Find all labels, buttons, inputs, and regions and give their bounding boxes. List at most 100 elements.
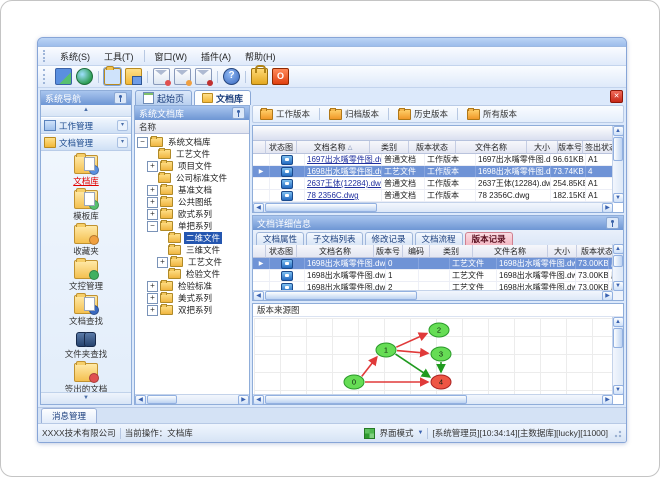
tree-node-检验标准[interactable]: + 检验标准 [137, 280, 249, 292]
open-folder-icon[interactable] [103, 66, 122, 86]
menu-item-插件(A)[interactable]: 插件(A) [194, 49, 238, 64]
lock-icon[interactable] [251, 65, 268, 85]
sidebar-item-签出的文档[interactable]: 签出的文档 [65, 361, 107, 392]
pin-icon[interactable] [606, 217, 619, 229]
tab-文档库[interactable]: 文档库 [194, 90, 252, 105]
scroll-left-icon[interactable]: ◀ [253, 394, 264, 405]
tree-column-header[interactable]: 名称 [135, 120, 249, 134]
detail-horizontal-scrollbar[interactable]: ◀ ▶ [253, 290, 613, 300]
folder-monitor-icon[interactable] [125, 68, 142, 85]
tree-node-美式系列[interactable]: + 美式系列 [137, 292, 249, 304]
grid-horizontal-scrollbar[interactable]: ◀ ▶ [253, 202, 613, 212]
column-header-版本号[interactable]: 版本号 [558, 141, 583, 154]
tab-起始页[interactable]: 起始页 [135, 90, 193, 105]
collapse-icon[interactable]: − [147, 220, 158, 232]
version-graph-canvas[interactable]: 0 1 2 3 4 [254, 318, 613, 394]
menu-item-帮助(H)[interactable]: 帮助(H) [238, 49, 283, 64]
button-所有版本[interactable]: 所有版本 [463, 107, 521, 121]
sidebar-item-文件夹查找[interactable]: 文件夹查找 [65, 330, 107, 360]
tree-node-检验文件[interactable]: 检验文件 [137, 268, 249, 280]
sidebar-group-文档管理[interactable]: 文档管理 ▾ [41, 134, 131, 151]
sidebar-expand-strip[interactable]: ▼ [41, 392, 131, 404]
ui-mode-label[interactable]: 界面模式 [379, 427, 413, 439]
column-header-状态图[interactable]: 状态图 [266, 141, 297, 154]
tree-node-工艺文件[interactable]: + 工艺文件 [137, 256, 249, 268]
tree-horizontal-scrollbar[interactable]: ◀ ▶ [135, 394, 249, 405]
scroll-down-icon[interactable]: ▼ [612, 193, 623, 203]
detail-tab-文档属性[interactable]: 文档属性 [256, 232, 305, 245]
cell-text[interactable]: 2637王体(12284).dwg [307, 178, 381, 189]
column-header-版本状态[interactable]: 版本状态 [409, 141, 456, 154]
scroll-left-icon[interactable]: ◀ [253, 202, 264, 212]
group-by-strip[interactable] [253, 126, 623, 141]
scroll-up-icon[interactable]: ▲ [612, 244, 623, 254]
column-header-文档名称[interactable]: 文档名称 △ [297, 141, 370, 154]
scroll-thumb[interactable] [147, 395, 177, 404]
pin-icon[interactable] [232, 107, 245, 119]
expand-icon[interactable]: + [147, 196, 158, 208]
tree-node-项目文件[interactable]: + 项目文件 [137, 160, 249, 172]
scroll-up-icon[interactable]: ▲ [612, 126, 623, 136]
column-header-文件名称[interactable]: 文件名称 [456, 141, 527, 154]
version-node-1[interactable]: 1 [375, 342, 397, 358]
column-header-类别[interactable]: 类别 [430, 245, 473, 258]
tree-node-公司标准文件[interactable]: 公司标准文件 [137, 172, 249, 184]
graph-vertical-scrollbar[interactable]: ▲ ▼ [612, 317, 624, 395]
version-node-4[interactable]: 4 [430, 374, 452, 390]
table-row[interactable]: 1697出水嘴零件图.dwg普通文档工作版本1697出水嘴零件图.dwg96.6… [253, 154, 623, 166]
tree-node-系统文档库[interactable]: − 系统文档库 [137, 136, 249, 148]
collapse-icon[interactable]: − [137, 136, 148, 148]
sidebar-item-收藏夹[interactable]: 收藏夹 [73, 223, 99, 257]
tree-node-三维文件[interactable]: 三维文件 [137, 244, 249, 256]
column-header-文件名称[interactable]: 文件名称 [473, 245, 548, 258]
column-header-编码[interactable]: 编码 [403, 245, 430, 258]
close-icon[interactable]: ✕ [610, 90, 623, 103]
scroll-thumb[interactable] [265, 395, 467, 404]
button-历史版本[interactable]: 历史版本 [394, 107, 452, 121]
chevron-down-icon[interactable]: ▾ [117, 120, 128, 131]
grid-vertical-scrollbar[interactable]: ▲ ▼ [612, 126, 623, 203]
scroll-thumb[interactable] [613, 137, 623, 161]
pin-icon[interactable] [114, 92, 127, 104]
expand-icon[interactable]: + [147, 184, 158, 196]
tree-node-单把系列[interactable]: − 单把系列 [137, 220, 249, 232]
scroll-left-icon[interactable]: ◀ [135, 394, 146, 405]
column-header-大小[interactable]: 大小 [527, 141, 558, 154]
scroll-thumb[interactable] [265, 203, 377, 212]
scroll-right-icon[interactable]: ▶ [602, 394, 613, 405]
scroll-thumb[interactable] [265, 291, 417, 300]
scroll-right-icon[interactable]: ▶ [602, 290, 613, 300]
sidebar-item-模板库[interactable]: 模板库 [73, 188, 99, 222]
version-node-0[interactable]: 0 [343, 374, 365, 390]
menu-item-系统(S)[interactable]: 系统(S) [53, 49, 97, 64]
toolbar-grip[interactable] [43, 69, 48, 84]
expand-icon[interactable]: + [147, 292, 158, 304]
detail-tab-文档流程[interactable]: 文档流程 [414, 232, 463, 245]
scroll-right-icon[interactable]: ▶ [602, 202, 613, 212]
menu-item-窗口(W)[interactable]: 窗口(W) [148, 49, 195, 64]
mail-send-icon[interactable] [153, 68, 171, 86]
tree-node-双把系列[interactable]: + 双把系列 [137, 304, 249, 316]
table-row[interactable]: ▶ 1698出水嘴零件图.dwg 0 工艺文件 1698出水嘴零件图.dwg 73.00K… [253, 258, 623, 270]
detail-tab-子文档列表[interactable]: 子文档列表 [306, 232, 363, 245]
cell-text[interactable]: 78 2356C.dwg [307, 191, 359, 200]
scroll-right-icon[interactable]: ▶ [238, 394, 249, 405]
column-header-类别[interactable]: 类别 [370, 141, 409, 154]
tree-node-公共图纸[interactable]: + 公共图纸 [137, 196, 249, 208]
graph-horizontal-scrollbar[interactable]: ◀ ▶ [253, 394, 613, 405]
scroll-down-icon[interactable]: ▼ [612, 385, 624, 395]
mail-receive-icon[interactable] [174, 68, 192, 86]
scroll-up-icon[interactable]: ▲ [612, 317, 624, 327]
table-row[interactable]: 2637王体(12284).dwg 普通文档 工作版本 2637王体(12284).d… [253, 178, 623, 190]
detail-vertical-scrollbar[interactable]: ▲ ▼ [612, 244, 623, 291]
sidebar-group-工作管理[interactable]: 工作管理 ▾ [41, 117, 131, 134]
tree-node-工艺文件[interactable]: 工艺文件 [137, 148, 249, 160]
scroll-thumb[interactable] [613, 328, 623, 348]
resize-grip[interactable] [612, 428, 622, 438]
detail-tab-版本记录[interactable]: 版本记录 [464, 232, 513, 245]
column-header-状态图[interactable]: 状态图 [266, 245, 297, 258]
help-icon[interactable]: ? [223, 68, 240, 85]
detail-tab-修改记录[interactable]: 修改记录 [364, 232, 413, 245]
scroll-left-icon[interactable]: ◀ [253, 290, 264, 300]
tree-node-欧式系列[interactable]: + 欧式系列 [137, 208, 249, 220]
